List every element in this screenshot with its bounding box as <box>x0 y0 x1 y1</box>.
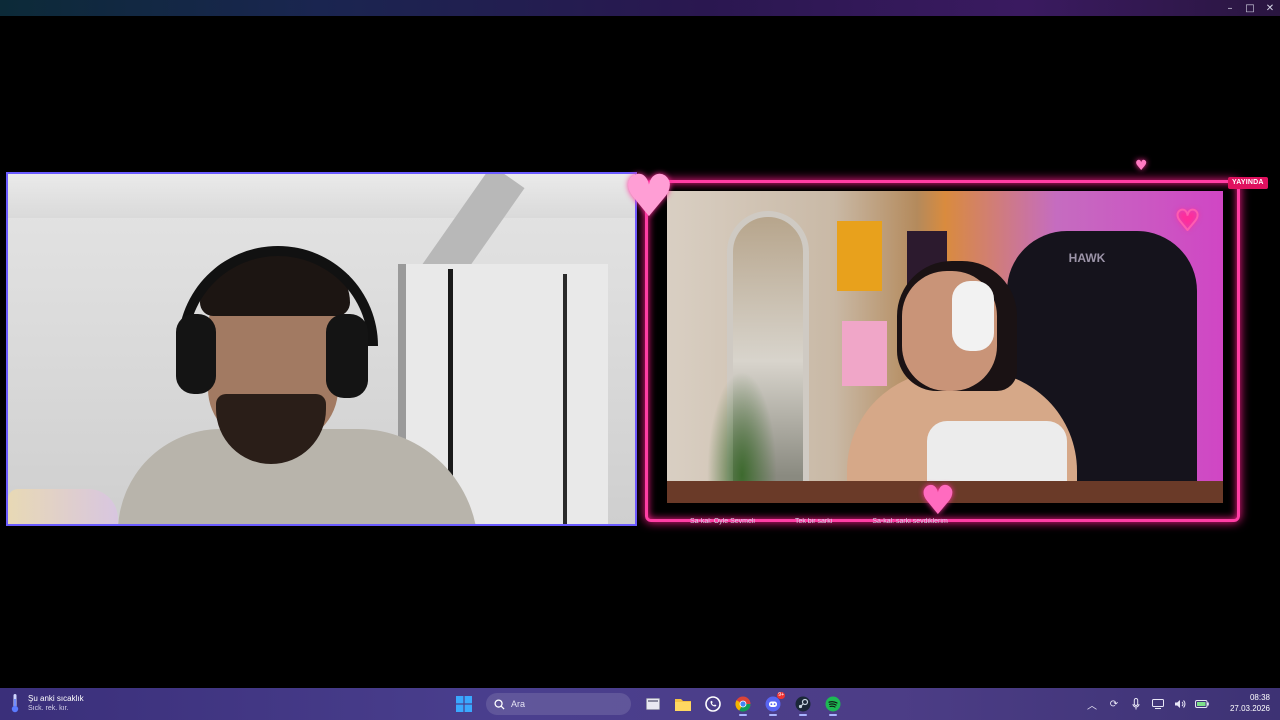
search-placeholder: Ara <box>511 699 526 709</box>
chrome-icon[interactable] <box>731 692 755 716</box>
discord-icon[interactable]: 9+ <box>761 692 785 716</box>
windows-logo-icon[interactable] <box>452 692 476 716</box>
minimize-button[interactable]: – <box>1220 0 1240 16</box>
chat-ticker: Sa-kal: Oyle Sevmeli Tek bir sarki Sa-ka… <box>690 518 1220 528</box>
weather-title: Şu anki sıcaklık <box>28 693 84 703</box>
webcam-feed-left[interactable] <box>6 172 637 526</box>
taskbar-clock[interactable]: 08:38 27.03.2026 <box>1216 692 1270 714</box>
ticker-item: Sa-kal: sarki sevdiklerim <box>872 518 948 525</box>
microphone-icon[interactable] <box>1128 695 1144 713</box>
clock-date: 27.03.2026 <box>1229 704 1270 713</box>
chevron-up-icon[interactable]: ︿ <box>1084 695 1100 713</box>
outline-heart-icon: ♥ <box>1174 203 1201 238</box>
thermometer-icon <box>10 692 20 714</box>
white-headset <box>952 281 994 351</box>
folder-icon[interactable] <box>671 692 695 716</box>
search-box[interactable]: Ara <box>486 693 631 715</box>
weather-widget[interactable]: Şu anki sıcaklık Sıck. rek. kır. <box>10 692 84 714</box>
spotify-icon[interactable] <box>821 692 845 716</box>
wall-poster <box>842 321 887 386</box>
ticker-item: Tek bir sarki <box>794 518 833 525</box>
window-titlebar: – □ ✕ <box>0 0 1280 16</box>
taskbar-apps: Ara 9+ <box>452 692 845 716</box>
room-ceiling <box>8 174 635 218</box>
pixel-heart-icon: ♥ <box>623 162 675 230</box>
volume-icon[interactable] <box>1172 695 1188 713</box>
weather-subtitle: Sıck. rek. kır. <box>28 704 69 712</box>
battery-icon[interactable] <box>1194 695 1210 713</box>
maximize-button[interactable]: □ <box>1240 0 1260 16</box>
chair-brand-label: HAWK <box>1068 251 1106 265</box>
notification-badge: 9+ <box>777 692 785 699</box>
network-icon[interactable] <box>1150 695 1166 713</box>
task-view-icon[interactable] <box>641 692 665 716</box>
stream-scene: HAWK <box>667 191 1223 503</box>
steam-icon[interactable] <box>791 692 815 716</box>
system-tray: ︿ ⟳ <box>1084 694 1210 714</box>
wall-poster <box>837 221 882 291</box>
close-button[interactable]: ✕ <box>1260 0 1280 16</box>
search-icon <box>494 698 505 710</box>
ticker-item: Sa-kal: Oyle Sevmeli <box>690 518 755 525</box>
small-heart-icon: ♥ <box>1135 158 1148 174</box>
stream-feed-right[interactable]: HAWK ♥ ♥ ♥ ♥ <box>623 158 1240 524</box>
whatsapp-icon[interactable] <box>701 692 725 716</box>
pillow <box>8 489 118 524</box>
window-controls: – □ ✕ <box>1220 0 1280 16</box>
live-badge: YAYINDA <box>1228 177 1268 189</box>
clock-time: 08:38 <box>1249 693 1270 702</box>
taskbar: Şu anki sıcaklık Sıck. rek. kır. Ara 9+ <box>0 688 1280 720</box>
sync-icon[interactable]: ⟳ <box>1106 695 1122 713</box>
